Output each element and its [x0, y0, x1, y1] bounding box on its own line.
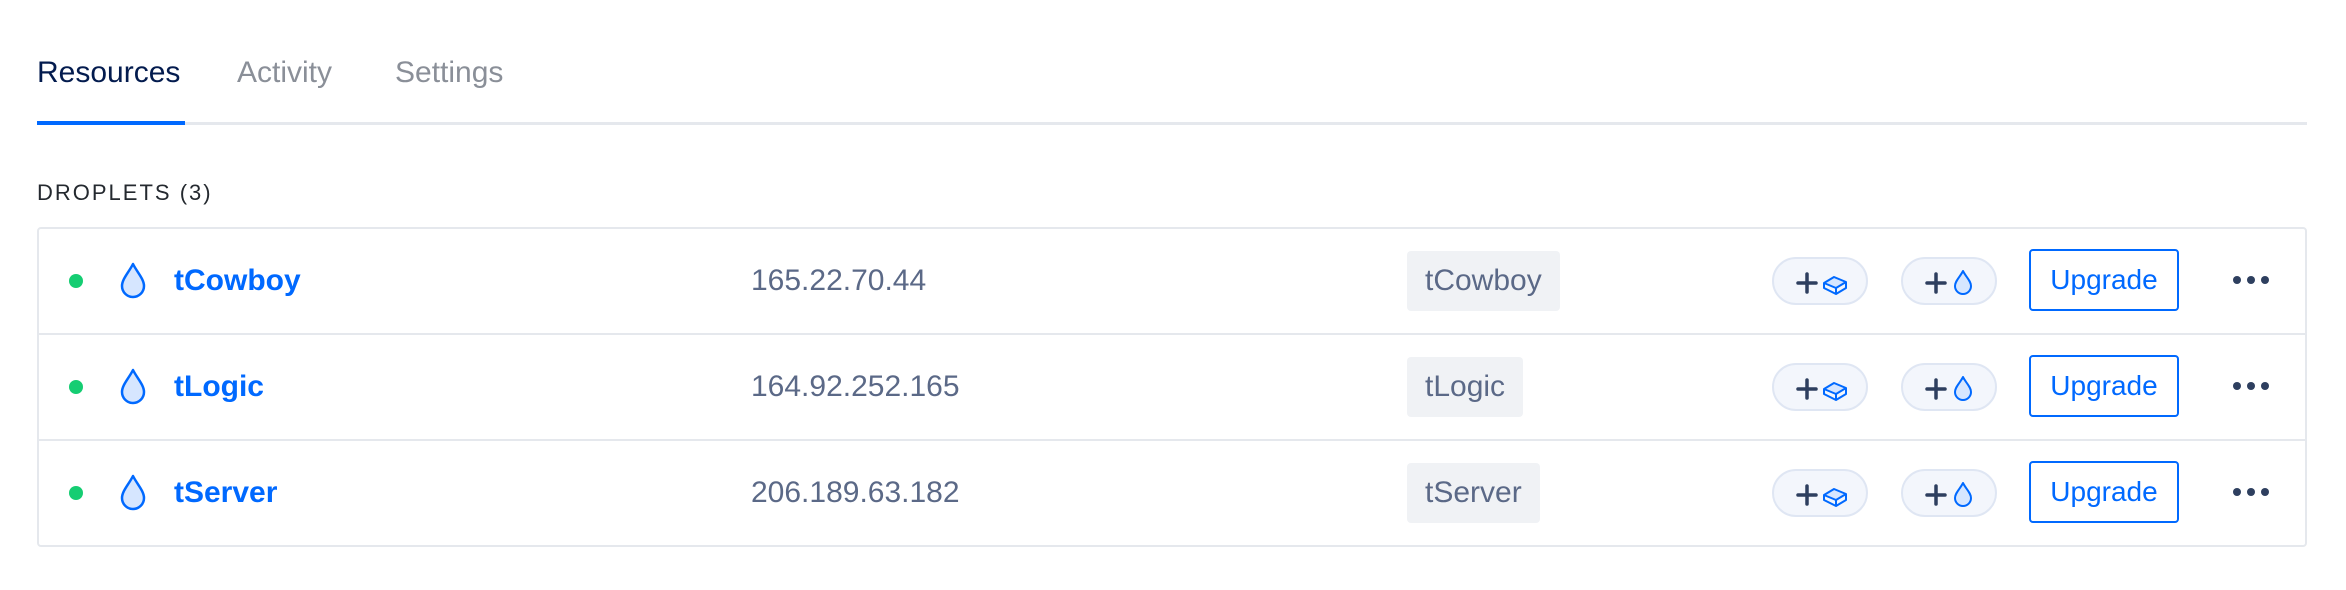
tab-bar: Resources Activity Settings: [37, 0, 2307, 125]
active-tab-indicator: [37, 121, 185, 125]
tab-activity[interactable]: Activity: [237, 55, 332, 91]
add-droplet-button[interactable]: [1901, 257, 1997, 305]
tab-resources[interactable]: Resources: [37, 55, 180, 91]
droplet-name-link[interactable]: tLogic: [174, 368, 264, 406]
add-volume-icon: [1796, 378, 1847, 401]
section-title: DROPLETS (3): [37, 180, 213, 205]
droplet-ip: 164.92.252.165: [751, 370, 960, 403]
more-options-icon[interactable]: [2229, 479, 2273, 505]
add-volume-button[interactable]: [1772, 257, 1868, 305]
table-row: tLogic 164.92.252.165 tLogic Upgrade: [39, 335, 2305, 441]
more-options-icon[interactable]: [2229, 267, 2273, 293]
droplet-ip: 165.22.70.44: [751, 264, 927, 297]
table-row: tCowboy 165.22.70.44 tCowboy Upgrade: [39, 229, 2305, 335]
add-volume-icon: [1796, 484, 1847, 507]
add-volume-icon: [1796, 272, 1847, 295]
droplet-tag[interactable]: tCowboy: [1407, 251, 1560, 311]
droplet-icon: [119, 474, 147, 512]
droplet-name-link[interactable]: tCowboy: [174, 262, 301, 300]
status-dot: [69, 274, 83, 288]
add-volume-button[interactable]: [1772, 469, 1868, 517]
upgrade-button[interactable]: Upgrade: [2029, 355, 2179, 417]
add-droplet-button[interactable]: [1901, 363, 1997, 411]
status-dot: [69, 380, 83, 394]
table-row: tServer 206.189.63.182 tServer Upgrade: [39, 441, 2305, 545]
droplet-ip: 206.189.63.182: [751, 476, 960, 509]
droplet-name-link[interactable]: tServer: [174, 474, 277, 512]
droplet-tag[interactable]: tServer: [1407, 463, 1540, 523]
tab-settings[interactable]: Settings: [395, 55, 503, 91]
add-volume-button[interactable]: [1772, 363, 1868, 411]
add-droplet-icon: [1925, 376, 1972, 401]
upgrade-button[interactable]: Upgrade: [2029, 249, 2179, 311]
add-droplet-icon: [1925, 482, 1972, 507]
droplets-table: tCowboy 165.22.70.44 tCowboy Upgrade tLo…: [37, 227, 2307, 547]
status-dot: [69, 486, 83, 500]
droplet-icon: [119, 368, 147, 406]
more-options-icon[interactable]: [2229, 373, 2273, 399]
upgrade-button[interactable]: Upgrade: [2029, 461, 2179, 523]
droplet-tag[interactable]: tLogic: [1407, 357, 1524, 417]
add-droplet-button[interactable]: [1901, 469, 1997, 517]
droplet-icon: [119, 262, 147, 300]
add-droplet-icon: [1925, 270, 1972, 295]
project-page: Resources Activity Settings DROPLETS (3)…: [37, 0, 2307, 547]
